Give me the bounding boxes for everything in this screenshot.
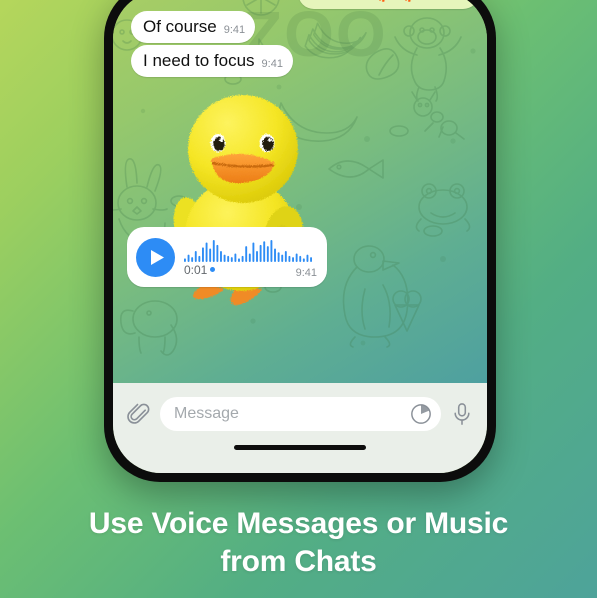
- paperclip-icon[interactable]: [127, 403, 150, 426]
- play-icon: [150, 249, 164, 265]
- voice-duration-row: 0:01: [184, 262, 216, 277]
- caption-line-1: Use Voice Messages or Music: [88, 507, 509, 540]
- promo-caption: Use Voice Messages or Music from Chats: [0, 505, 597, 581]
- unread-dot-icon: [210, 267, 216, 272]
- message-time: 9:41: [261, 58, 283, 70]
- caption-line-2: from Chats: [220, 545, 377, 578]
- voice-duration: 0:01: [184, 262, 208, 277]
- phone-screen: ZOO for me? 🦆 🦆 9:41 ✓✓ Of course 9:41 I…: [113, 0, 487, 473]
- message-text: I need to focus: [143, 51, 255, 70]
- audio-waveform[interactable]: [184, 239, 312, 262]
- read-receipt-icon: ✓✓: [455, 0, 469, 2]
- home-indicator[interactable]: [234, 445, 366, 450]
- message-input-placeholder: Message: [174, 405, 239, 422]
- message-bubble-outgoing[interactable]: for me? 🦆 🦆 9:41 ✓✓: [298, 0, 479, 9]
- message-text: Of course: [143, 17, 217, 36]
- chat-conversation-area[interactable]: ZOO for me? 🦆 🦆 9:41 ✓✓ Of course 9:41 I…: [113, 0, 487, 383]
- play-button[interactable]: [136, 237, 175, 277]
- voice-message-details: 0:01 9:41: [184, 238, 317, 279]
- home-indicator-area: [113, 435, 487, 473]
- message-text: for me? 🦆 🦆: [310, 0, 419, 3]
- message-time: 9:41: [426, 0, 447, 2]
- sticker-icon[interactable]: [410, 403, 432, 425]
- microphone-icon[interactable]: [451, 402, 473, 426]
- message-bubble-incoming[interactable]: I need to focus 9:41: [131, 45, 293, 77]
- phone-mockup: ZOO for me? 🦆 🦆 9:41 ✓✓ Of course 9:41 I…: [104, 0, 496, 482]
- message-time: 9:41: [223, 24, 246, 36]
- message-input-bar: Message: [113, 383, 487, 435]
- voice-message-bubble[interactable]: 0:01 9:41: [127, 227, 327, 287]
- message-input-field[interactable]: Message: [160, 397, 441, 431]
- voice-message-time: 9:41: [295, 266, 317, 279]
- message-bubble-incoming[interactable]: Of course 9:41: [131, 11, 256, 43]
